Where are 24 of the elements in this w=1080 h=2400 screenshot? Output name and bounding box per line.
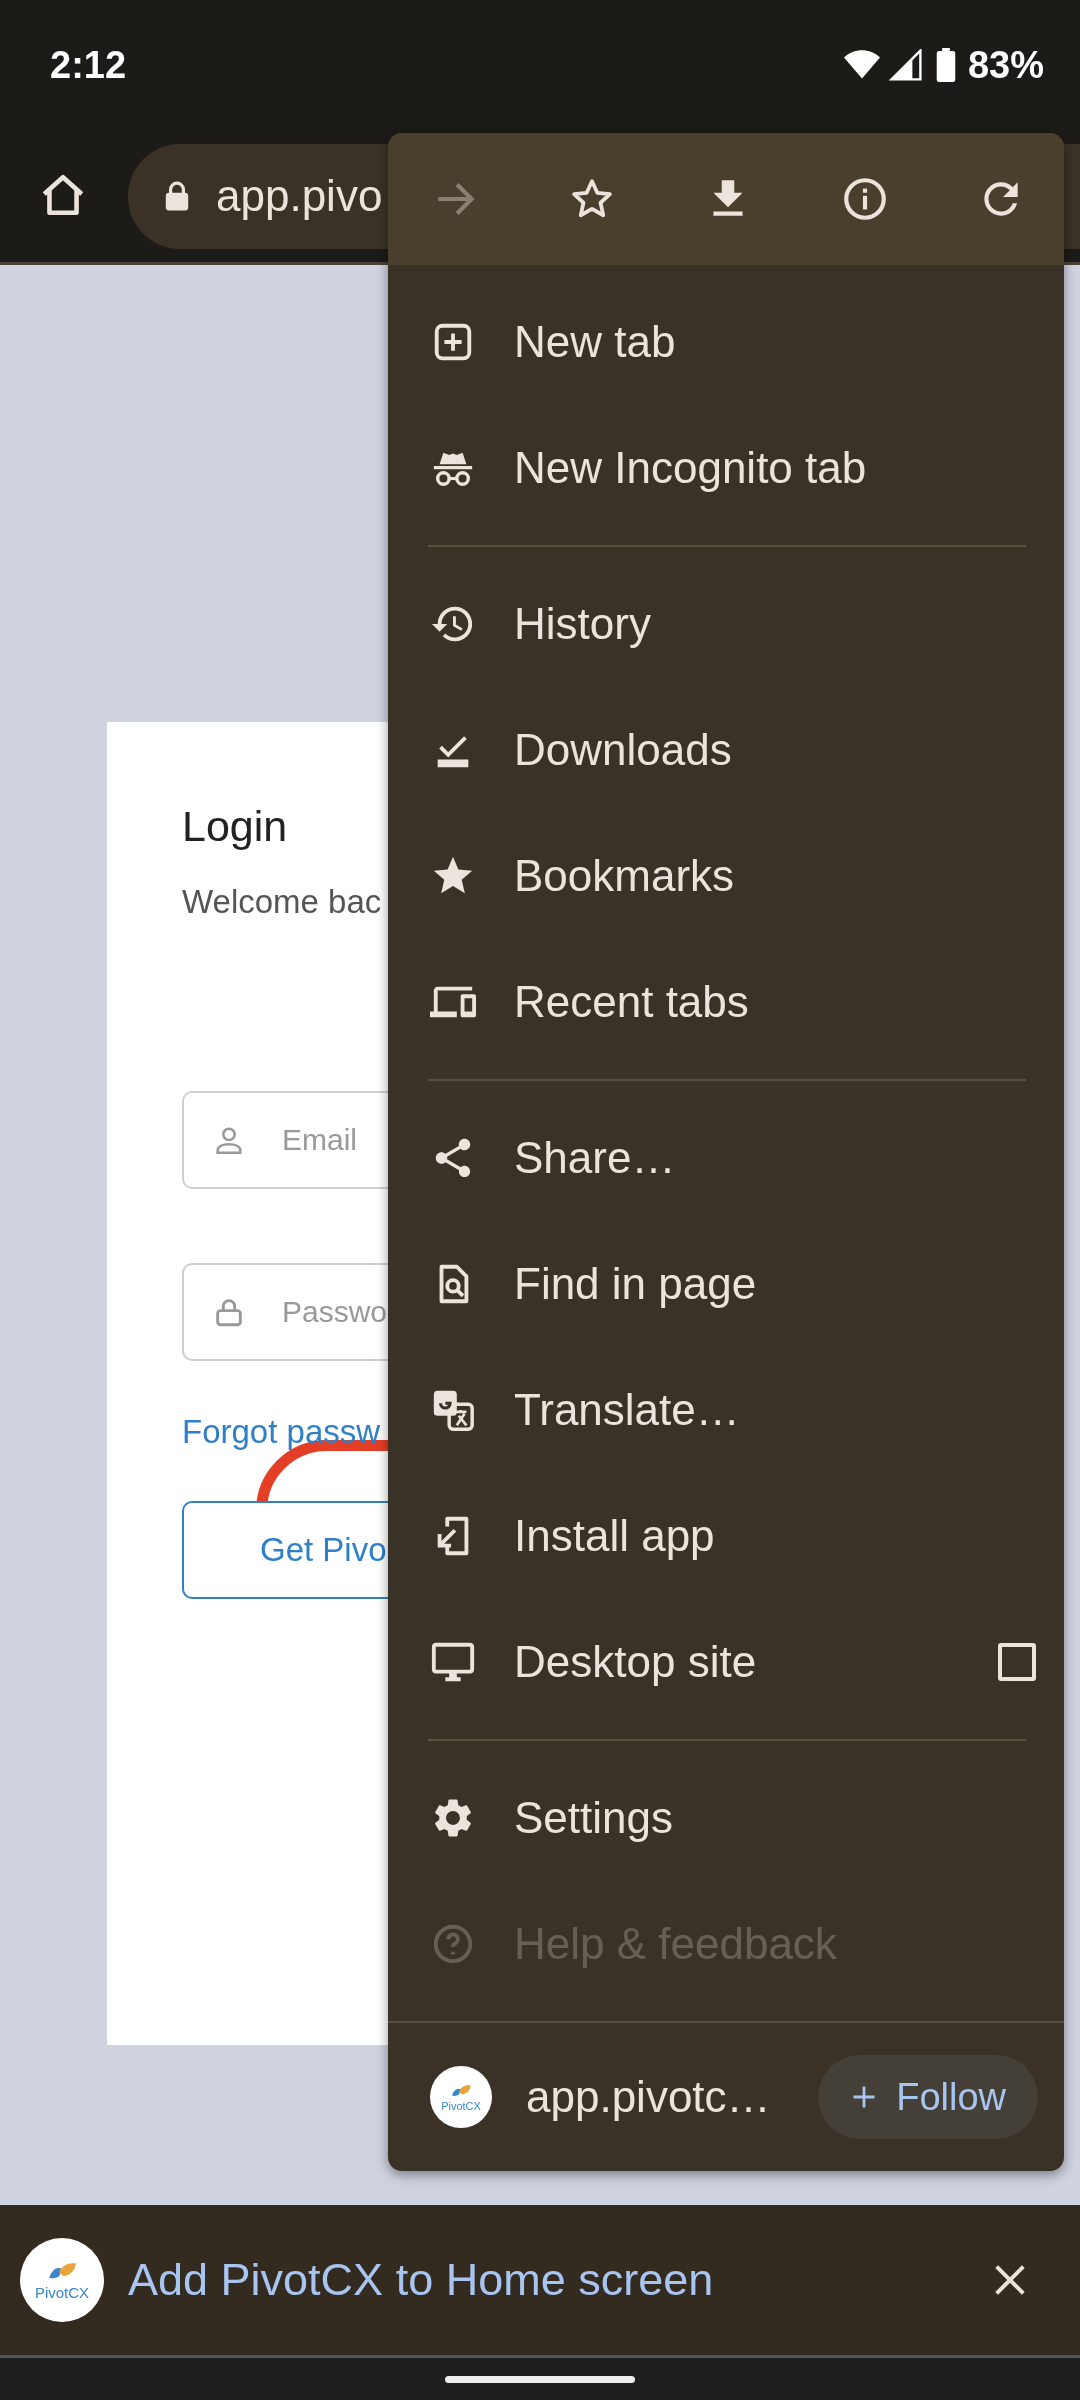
follow-button[interactable]: Follow [818, 2055, 1038, 2139]
welcome-text: Welcome bac [182, 883, 382, 921]
menu-item[interactable]: Desktop site [388, 1599, 1064, 1725]
menu-item[interactable]: Settings [388, 1755, 1064, 1881]
signal-icon [887, 49, 924, 81]
install-banner[interactable]: PivotCX Add PivotCX to Home screen [0, 2205, 1080, 2358]
menu-item[interactable]: Recent tabs [388, 939, 1064, 1065]
login-title: Login [182, 802, 288, 851]
checkbox[interactable] [998, 1643, 1036, 1681]
site-logo: PivotCX [430, 2066, 492, 2128]
site-name: app.pivotc… [526, 2072, 772, 2122]
status-time: 2:12 [50, 43, 127, 87]
banner-text[interactable]: Add PivotCX to Home screen [128, 2254, 966, 2306]
battery-icon [935, 48, 956, 82]
menu-item[interactable]: History [388, 561, 1064, 687]
battery-percentage: 83% [967, 43, 1044, 87]
site-logo: PivotCX [20, 2238, 104, 2322]
menu-item[interactable]: New tab [388, 279, 1064, 405]
lock-icon [164, 180, 190, 212]
menu-item[interactable]: Bookmarks [388, 813, 1064, 939]
wifi-icon [843, 49, 880, 81]
gesture-handle[interactable] [445, 2375, 635, 2383]
menu-item[interactable]: New Incognito tab [388, 405, 1064, 531]
menu-item[interactable]: Downloads [388, 687, 1064, 813]
